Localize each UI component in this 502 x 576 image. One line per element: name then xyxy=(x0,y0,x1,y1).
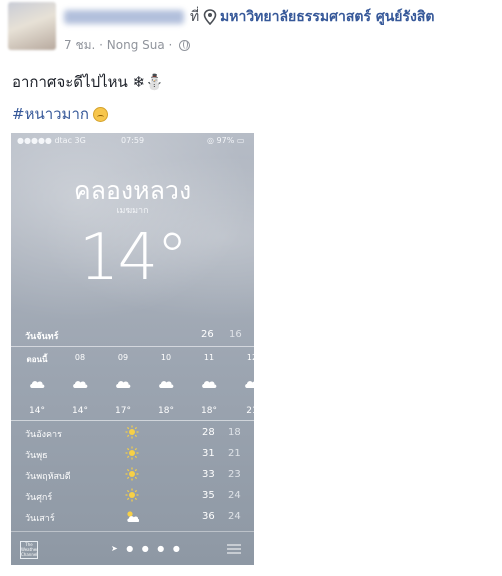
hashtag-link[interactable]: #หนาวมาก xyxy=(12,105,89,123)
hourly-bottom-divider xyxy=(11,420,254,421)
battery-status: ◎ 97% ▭ xyxy=(207,136,245,145)
sun-icon xyxy=(125,488,139,502)
confounded-face-emoji-icon xyxy=(92,107,108,122)
day-low: 18 xyxy=(228,427,241,438)
author-name-blurred[interactable] xyxy=(64,10,184,24)
day-low: 24 xyxy=(228,490,241,501)
hour-label: ตอนนี้ xyxy=(26,355,48,364)
place-link[interactable]: มหาวิทยาลัยธรรมศาสตร์ ศูนย์รังสิต xyxy=(220,6,435,28)
hourly-top-divider xyxy=(11,346,254,347)
day-high: 28 xyxy=(202,427,215,438)
list-icon[interactable] xyxy=(227,544,241,554)
cloud-icon xyxy=(202,381,217,388)
day-low: 23 xyxy=(228,469,241,480)
globe-icon[interactable] xyxy=(179,40,191,51)
cloud-icon xyxy=(159,381,174,388)
cloud-icon xyxy=(73,381,88,388)
day-high: 31 xyxy=(202,448,215,459)
carrier-status: ●●●●● dtac 3G xyxy=(17,136,86,145)
hour-column: 10 18° xyxy=(146,353,186,416)
partly-cloudy-icon xyxy=(127,511,139,522)
location-pin-icon xyxy=(203,9,217,25)
hour-label: 09 xyxy=(117,353,129,362)
avatar[interactable] xyxy=(8,2,56,50)
hour-temp: 18° xyxy=(201,406,217,416)
location-link[interactable]: Nong Sua xyxy=(107,38,165,52)
weather-bottom-bar: The Weather Channel ➤ ● ● ● ● xyxy=(11,531,254,565)
daily-row: วันพฤหัสบดี 33 23 xyxy=(25,467,254,489)
hour-temp: 18° xyxy=(158,406,174,416)
weather-condition: เมฆมาก xyxy=(116,206,149,216)
post-text: อากาศจะดีไปไหน ❄⛄ xyxy=(12,73,164,91)
day-low: 24 xyxy=(228,511,241,522)
day-name: วันพุธ xyxy=(25,451,48,461)
daily-row: วันอังคาร 28 18 xyxy=(25,425,254,447)
meta-separator-2: · xyxy=(164,38,177,52)
was-at-text: ที่ xyxy=(190,9,200,25)
hashtag-line: #หนาวมาก xyxy=(12,102,108,126)
day-name: วันศุกร์ xyxy=(25,493,53,503)
hour-column: 09 17° xyxy=(103,353,143,416)
page-indicator[interactable]: ➤ ● ● ● ● xyxy=(111,544,183,553)
meta-separator: · xyxy=(95,38,107,52)
hour-column: 08 14° xyxy=(60,353,100,416)
sun-icon xyxy=(125,467,139,481)
status-time: 07:59 xyxy=(121,136,145,145)
cloud-icon xyxy=(245,381,254,388)
post-meta: 7 ชม. · Nong Sua · xyxy=(64,36,191,55)
post-time[interactable]: 7 ชม. xyxy=(64,38,95,52)
hour-label: 11 xyxy=(203,353,215,362)
current-temperature: 14° xyxy=(78,221,188,295)
day-high: 35 xyxy=(202,490,215,501)
daily-row: วันเสาร์ 36 24 xyxy=(25,511,254,531)
hour-column: ตอนนี้ 14° xyxy=(17,353,57,416)
day-high: 36 xyxy=(202,511,215,522)
hour-column: 11 18° xyxy=(189,353,229,416)
weather-channel-logo-text: The Weather Channel xyxy=(21,542,38,557)
sun-icon xyxy=(125,446,139,460)
day-name: วันพฤหัสบดี xyxy=(25,472,71,482)
hour-label: 10 xyxy=(160,353,172,362)
day-low: 21 xyxy=(228,448,241,459)
hour-temp: 14° xyxy=(72,406,88,416)
hour-temp: 21 xyxy=(246,406,254,416)
day-name: วันอังคาร xyxy=(25,430,62,440)
hour-label: 08 xyxy=(74,353,86,362)
cloud-icon xyxy=(116,381,131,388)
cloud-icon xyxy=(30,381,45,388)
hour-temp: 17° xyxy=(115,406,131,416)
today-high: 26 xyxy=(201,329,214,340)
today-low: 16 xyxy=(229,329,242,340)
post-header: ที่ มหาวิทยาลัยธรรมศาสตร์ ศูนย์รังสิต 7 … xyxy=(0,0,502,60)
day-name: วันเสาร์ xyxy=(25,514,55,524)
weather-screenshot[interactable]: ●●●●● dtac 3G 07:59 ◎ 97% ▭ คลองหลวง เมฆ… xyxy=(11,133,254,565)
today-day: วันจันทร์ xyxy=(25,332,59,342)
daily-row: วันศุกร์ 35 24 xyxy=(25,488,254,510)
sun-icon xyxy=(125,425,139,439)
weather-channel-logo[interactable]: The Weather Channel xyxy=(20,541,38,559)
hour-label: 12 xyxy=(246,353,254,362)
daily-row: วันพุธ 31 21 xyxy=(25,446,254,468)
hour-column: 12 21 xyxy=(232,353,254,416)
day-high: 33 xyxy=(202,469,215,480)
hour-temp: 14° xyxy=(29,406,45,416)
